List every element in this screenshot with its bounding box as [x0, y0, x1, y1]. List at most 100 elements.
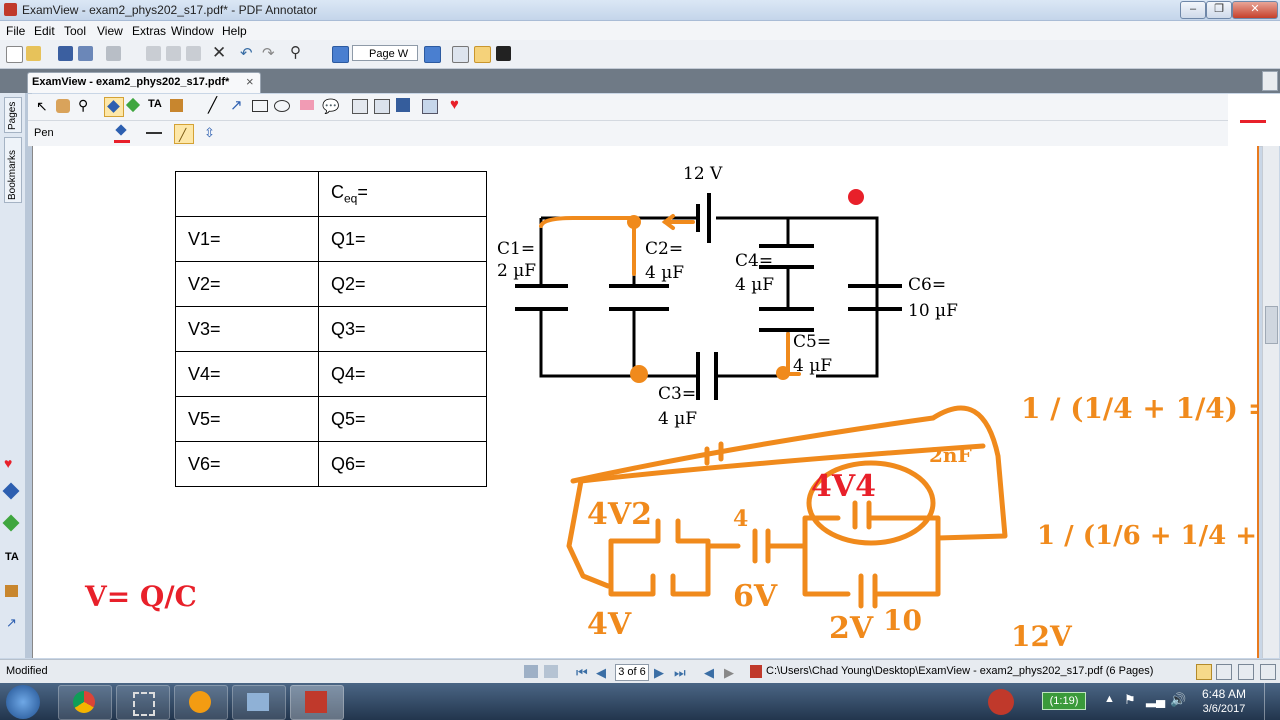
hand-tool-icon[interactable]	[56, 99, 70, 113]
find-icon[interactable]: ⚲	[290, 43, 301, 61]
show-desktop-button[interactable]	[1264, 683, 1280, 720]
image-tool-icon[interactable]	[374, 99, 390, 114]
close-button[interactable]: ✕	[1232, 1, 1278, 19]
straighten-icon[interactable]: ⇳	[204, 125, 215, 141]
status-bar: Modified ⏮ ◀ 3 of 6 ▶ ⏭ ◀ ▶ C:\Users\Cha…	[0, 659, 1280, 684]
taskbar-app[interactable]	[232, 685, 286, 720]
continuous-facing-view-icon[interactable]	[1260, 664, 1276, 680]
zoom-in-icon[interactable]	[424, 46, 441, 63]
facing-view-icon[interactable]	[1238, 664, 1254, 680]
taskbar-pdf-annotator[interactable]	[290, 685, 344, 720]
highlighter-tool-icon[interactable]	[125, 97, 141, 113]
network-signal-icon[interactable]: ▂▄	[1146, 692, 1165, 708]
open-folder-icon[interactable]	[26, 46, 41, 61]
c1-name-label: C1=	[497, 239, 535, 259]
zoom-select[interactable]: Page W	[352, 45, 418, 61]
bookmarks-tab[interactable]: Bookmarks	[4, 137, 22, 203]
print-preview-icon[interactable]	[524, 665, 538, 678]
paste-icon[interactable]	[186, 46, 201, 61]
fullscreen-icon[interactable]	[496, 46, 511, 61]
menu-window[interactable]: Window	[171, 24, 214, 38]
taskbar-app[interactable]	[116, 685, 170, 720]
menu-file[interactable]: File	[6, 24, 25, 38]
smooth-pen-toggle[interactable]: ╱	[174, 124, 194, 144]
page-counter[interactable]: 3 of 6	[615, 664, 649, 681]
stamp-icon[interactable]	[5, 585, 18, 597]
capacitor-plates	[515, 193, 902, 400]
pen-button[interactable]	[104, 97, 124, 117]
copy-icon[interactable]	[166, 46, 181, 61]
c2-name-label: C2=	[645, 239, 683, 259]
hw-label-4v: 4V	[587, 607, 632, 642]
clock-time[interactable]: 6:48 AM	[1200, 687, 1248, 701]
rectangle-tool-icon[interactable]	[252, 100, 268, 112]
tab-close-icon[interactable]: ×	[246, 74, 254, 89]
action-center-flag-icon[interactable]: ⚑	[1124, 692, 1136, 708]
line-tool-icon[interactable]: ╱	[208, 96, 217, 114]
comment-bubble-icon[interactable]: 💬	[322, 98, 339, 115]
zoom-out-icon[interactable]	[332, 46, 349, 63]
redo-icon[interactable]: ↷	[262, 44, 275, 62]
last-page-icon[interactable]: ⏭	[674, 665, 686, 681]
typewriter-icon[interactable]: TA	[148, 98, 162, 110]
menu-tool[interactable]: Tool	[64, 24, 86, 38]
text-tool-icon[interactable]: TA	[5, 551, 19, 563]
arrow-tool-icon[interactable]: ↗	[6, 615, 17, 631]
back-icon[interactable]: ◀	[704, 665, 714, 681]
cut-icon[interactable]	[146, 46, 161, 61]
snipping-icon	[133, 692, 155, 716]
tab-document[interactable]: ExamView - exam2_phys202_s17.pdf* ×	[27, 72, 261, 93]
scroll-up-arrow-icon[interactable]	[1262, 71, 1278, 91]
vertical-scrollbar[interactable]	[1262, 146, 1279, 658]
forward-icon[interactable]: ▶	[724, 665, 734, 681]
menu-extras[interactable]: Extras	[132, 24, 166, 38]
crop-icon[interactable]	[396, 98, 410, 112]
maximize-button[interactable]: ❐	[1206, 1, 1232, 19]
eraser-icon[interactable]	[300, 100, 314, 110]
minimize-button[interactable]: –	[1180, 1, 1206, 19]
volume-icon[interactable]: 🔊	[1170, 692, 1186, 708]
side-panel-splitter[interactable]	[25, 93, 32, 658]
undo-icon[interactable]: ↶	[240, 44, 253, 62]
favorites-heart-icon[interactable]: ♥	[4, 455, 12, 471]
continuous-view-icon[interactable]	[1216, 664, 1232, 680]
next-page-icon[interactable]: ▶	[654, 665, 664, 681]
menu-help[interactable]: Help	[222, 24, 247, 38]
fit-height-icon[interactable]	[452, 46, 469, 63]
stamp-tool-icon[interactable]	[170, 99, 183, 112]
print-icon[interactable]	[106, 46, 121, 61]
line-width-picker[interactable]	[146, 132, 162, 134]
snapshot-icon[interactable]	[352, 99, 368, 114]
delete-icon[interactable]: ✕	[212, 43, 226, 63]
first-page-icon[interactable]: ⏮	[576, 665, 588, 681]
select-cursor-icon[interactable]: ↖	[36, 98, 48, 115]
favorites-icon[interactable]: ♥	[450, 96, 459, 113]
pen-color-picker[interactable]	[114, 124, 130, 143]
scrollbar-thumb[interactable]	[1265, 306, 1278, 344]
clock-date[interactable]: 3/6/2017	[1198, 703, 1250, 715]
tray-app-icon[interactable]	[988, 689, 1014, 715]
c2-value-label: 4 µF	[645, 263, 684, 283]
new-icon[interactable]	[6, 46, 23, 63]
save-icon[interactable]	[58, 46, 73, 61]
page-setup-icon[interactable]	[544, 665, 558, 678]
ellipse-tool-icon[interactable]	[274, 100, 290, 112]
menu-view[interactable]: View	[97, 24, 123, 38]
pen-tool-icon[interactable]	[2, 482, 20, 500]
start-button[interactable]	[6, 685, 40, 719]
battery-indicator[interactable]: (1:19)	[1042, 692, 1086, 710]
zoom-tool-icon[interactable]: ⚲	[78, 97, 88, 114]
highlighter-icon[interactable]	[2, 514, 20, 532]
pages-tab[interactable]: Pages	[4, 97, 22, 133]
prev-page-icon[interactable]: ◀	[596, 665, 606, 681]
taskbar-app[interactable]	[174, 685, 228, 720]
single-page-view-icon[interactable]	[1196, 664, 1212, 680]
arrow-line-tool-icon[interactable]: ↗	[230, 96, 243, 114]
insert-page-icon[interactable]	[422, 99, 438, 114]
pdf-page[interactable]: Ceq= V1= Q1= V2= Q2= V3= Q3= V4= Q4= V5=…	[32, 146, 1259, 658]
show-hidden-icons[interactable]: ▲	[1104, 693, 1115, 705]
menu-edit[interactable]: Edit	[34, 24, 55, 38]
fit-width-icon[interactable]	[474, 46, 491, 63]
taskbar-chrome[interactable]	[58, 685, 112, 720]
save-all-icon[interactable]	[78, 46, 93, 61]
